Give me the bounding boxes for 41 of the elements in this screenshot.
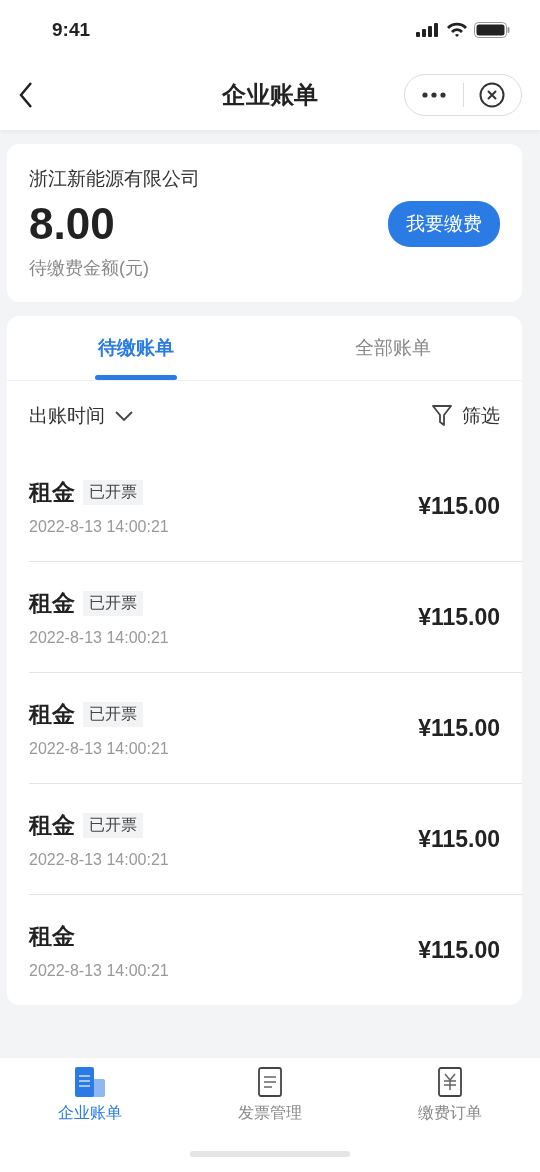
bill-time: 2022-8-13 14:00:21 (29, 961, 170, 980)
bill-name: 租金 (29, 477, 75, 507)
bill-tab[interactable]: 全部账单 (264, 316, 522, 380)
bill-name: 租金 (29, 588, 75, 618)
status-time: 9:41 (52, 19, 91, 41)
invoiced-tag: 已开票 (83, 590, 143, 616)
bill-tab[interactable]: 待缴账单 (7, 316, 265, 380)
bill-time: 2022-8-13 14:00:21 (29, 628, 170, 647)
tab-bar-item[interactable]: 缴费订单 (390, 1066, 510, 1125)
document-stack-icon (74, 1067, 106, 1097)
due-amount: 8.00 (29, 198, 116, 250)
battery-icon (474, 22, 510, 38)
wifi-icon (446, 22, 468, 38)
back-button[interactable] (18, 81, 34, 109)
bill-amount: ¥115.00 (418, 603, 500, 631)
bill-amount: ¥115.00 (418, 492, 500, 520)
yuan-receipt-icon (438, 1067, 462, 1097)
document-icon (258, 1067, 282, 1097)
invoiced-tag: 已开票 (83, 812, 143, 838)
page-title: 企业账单 (222, 81, 318, 108)
bill-amount: ¥115.00 (418, 936, 500, 964)
bill-name: 租金 (29, 921, 75, 951)
bill-time: 2022-8-13 14:00:21 (29, 850, 170, 869)
bill-amount: ¥115.00 (418, 714, 500, 742)
bill-name: 租金 (29, 699, 75, 729)
signal-icon (416, 23, 440, 37)
bill-time: 2022-8-13 14:00:21 (29, 517, 170, 536)
bill-time: 2022-8-13 14:00:21 (29, 739, 170, 758)
chevron-down-icon (115, 411, 133, 421)
funnel-icon (432, 405, 452, 427)
tab-bar-item[interactable]: 发票管理 (210, 1066, 330, 1125)
invoiced-tag: 已开票 (83, 701, 143, 727)
pay-button[interactable]: 我要缴费 (388, 201, 500, 247)
tab-bar-item[interactable]: 企业账单 (30, 1066, 150, 1125)
company-name: 浙江新能源有限公司 (29, 167, 201, 191)
bill-name: 租金 (29, 810, 75, 840)
invoiced-tag: 已开票 (83, 479, 143, 505)
sort-dropdown[interactable]: 出账时间 (29, 403, 133, 429)
filter-button[interactable]: 筛选 (432, 403, 500, 429)
bill-amount: ¥115.00 (418, 825, 500, 853)
amount-label: 待缴费金额(元) (29, 257, 150, 280)
